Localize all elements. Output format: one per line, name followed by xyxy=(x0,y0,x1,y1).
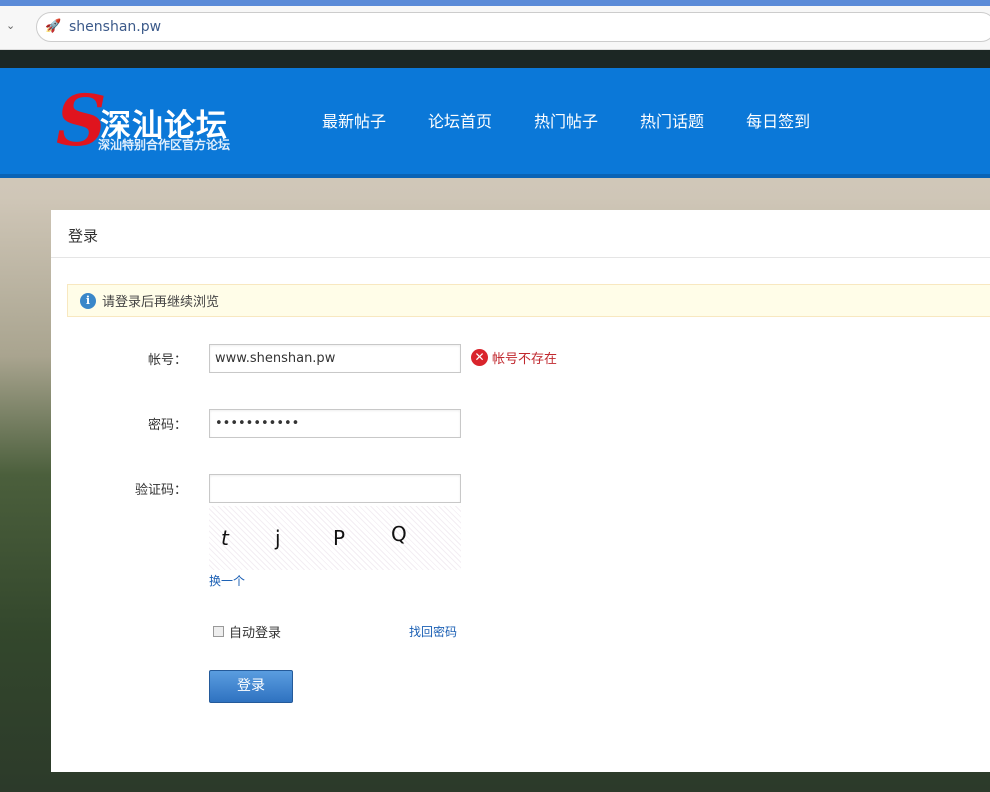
site-header: S 深汕论坛 深汕特别合作区官方论坛 最新帖子 论坛首页 热门帖子 热门话题 每… xyxy=(0,68,990,178)
captcha-char: P xyxy=(333,526,346,550)
captcha-image[interactable]: t j P Q xyxy=(209,506,461,570)
login-panel: 登录 i 请登录后再继续浏览 帐号： ✕ 帐号不存在 密码： 验证码： t j … xyxy=(51,210,990,772)
remember-label: 自动登录 xyxy=(229,626,282,641)
captcha-char: t xyxy=(221,526,229,550)
account-error: ✕ 帐号不存在 xyxy=(471,348,557,367)
nav-latest-posts[interactable]: 最新帖子 xyxy=(322,108,386,132)
info-icon: i xyxy=(80,292,96,309)
captcha-char: j xyxy=(275,526,281,550)
nav-hot-posts[interactable]: 热门帖子 xyxy=(534,108,598,132)
captcha-char: Q xyxy=(391,522,407,546)
login-notice: i 请登录后再继续浏览 xyxy=(67,284,990,317)
background-strip xyxy=(0,50,990,68)
forgot-password-link[interactable]: 找回密码 xyxy=(409,623,457,640)
account-error-text: 帐号不存在 xyxy=(492,352,558,367)
captcha-label: 验证码： xyxy=(134,483,187,498)
captcha-input[interactable] xyxy=(209,474,461,503)
nav-hot-topics[interactable]: 热门话题 xyxy=(640,108,704,132)
main-nav: 最新帖子 论坛首页 热门帖子 热门话题 每日签到 xyxy=(322,108,810,132)
nav-forum-home[interactable]: 论坛首页 xyxy=(428,108,492,132)
remember-checkbox[interactable] xyxy=(213,626,224,637)
rocket-icon: 🚀 xyxy=(45,19,62,34)
remember-me[interactable]: 自动登录 xyxy=(213,622,281,641)
account-input[interactable] xyxy=(209,344,461,373)
error-icon: ✕ xyxy=(471,349,488,366)
password-label: 密码： xyxy=(147,418,187,433)
panel-title: 登录 xyxy=(51,210,990,258)
login-button[interactable]: 登录 xyxy=(209,670,293,703)
address-bar[interactable]: 🚀 shenshan.pw xyxy=(36,12,990,42)
chevron-down-icon[interactable]: ⌄ xyxy=(6,19,15,32)
password-input[interactable] xyxy=(209,409,461,438)
browser-toolbar: ⌄ 🚀 shenshan.pw xyxy=(0,6,990,50)
account-label: 帐号： xyxy=(147,353,187,368)
logo-subtitle: 深汕特别合作区官方论坛 xyxy=(98,138,231,152)
notice-text: 请登录后再继续浏览 xyxy=(102,295,220,310)
nav-daily-checkin[interactable]: 每日签到 xyxy=(746,108,810,132)
site-logo[interactable]: S 深汕论坛 深汕特别合作区官方论坛 xyxy=(56,86,246,161)
url-text[interactable]: shenshan.pw xyxy=(69,19,161,35)
captcha-refresh-link[interactable]: 换一个 xyxy=(209,572,245,589)
